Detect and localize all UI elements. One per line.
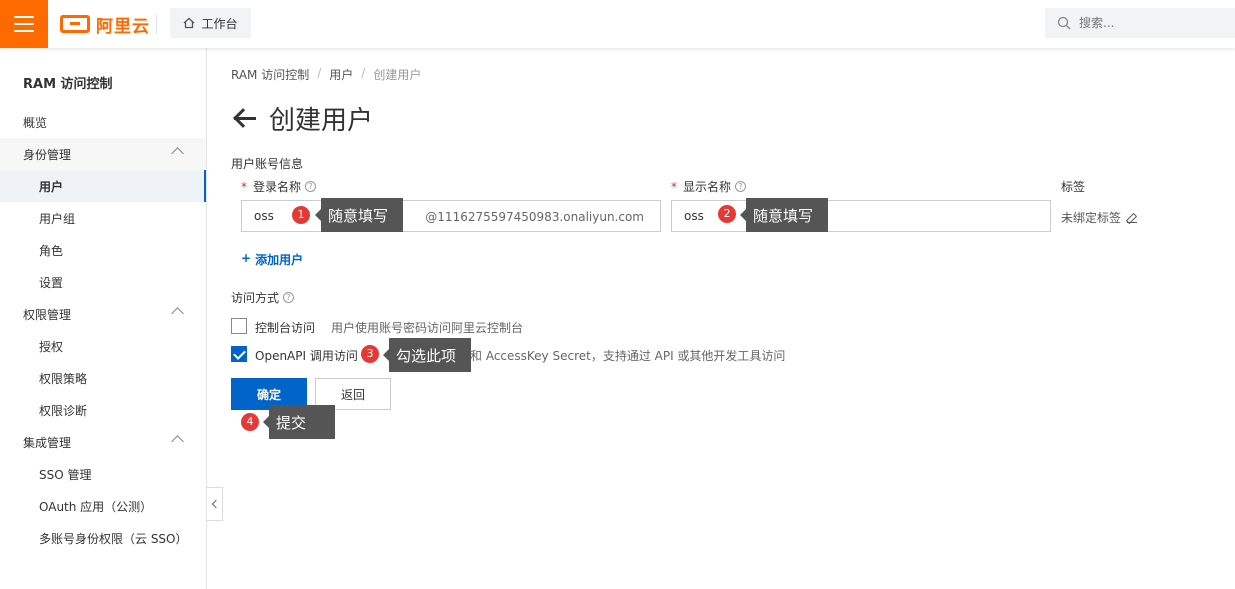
chevron-up-icon bbox=[171, 307, 184, 320]
logo-text: 阿里云 bbox=[96, 16, 150, 37]
annotation-callout-2: 随意填写 bbox=[740, 198, 828, 232]
sidebar-group-permissions[interactable]: 权限管理 bbox=[0, 298, 206, 330]
page-header: 创建用户 bbox=[231, 100, 373, 137]
login-name-label: * 登录名称 ? bbox=[241, 178, 317, 195]
login-name-label-text: 登录名称 bbox=[253, 180, 302, 194]
console-access-label[interactable]: 控制台访问 bbox=[255, 319, 315, 336]
breadcrumb-users[interactable]: 用户 bbox=[329, 66, 353, 83]
add-user-button[interactable]: + 添加用户 bbox=[241, 251, 303, 268]
annotation-callout-1: 随意填写 bbox=[315, 198, 403, 232]
breadcrumb: RAM 访问控制 / 用户 / 创建用户 bbox=[231, 66, 421, 83]
workbench-label: 工作台 bbox=[201, 16, 238, 31]
aliyun-logo-mark-icon bbox=[60, 15, 90, 33]
openapi-access-desc: 和 AccessKey Secret，支持通过 API 或其他开发工具访问 bbox=[470, 349, 786, 363]
hamburger-menu-icon[interactable] bbox=[0, 0, 48, 48]
sidebar-item-label: 概览 bbox=[23, 115, 48, 130]
sidebar-item-diagnostics[interactable]: 权限诊断 bbox=[0, 394, 206, 426]
sidebar-item-grants[interactable]: 授权 bbox=[0, 330, 206, 362]
sidebar-item-label: 多账号身份权限（云 SSO） bbox=[39, 531, 188, 546]
sidebar-item-settings[interactable]: 设置 bbox=[0, 266, 206, 298]
openapi-access-label[interactable]: OpenAPI 调用访问 bbox=[255, 347, 358, 364]
tags-value-text: 未绑定标签 bbox=[1061, 211, 1122, 225]
openapi-access-checkbox[interactable] bbox=[231, 346, 247, 362]
search-icon bbox=[1057, 16, 1071, 30]
chevron-up-icon bbox=[171, 147, 184, 160]
sidebar-item-label: 授权 bbox=[39, 339, 64, 354]
sidebar-item-label: 权限管理 bbox=[23, 307, 72, 322]
back-arrow-icon[interactable] bbox=[231, 106, 257, 132]
annotation-callout-3: 勾选此项 bbox=[383, 338, 471, 372]
home-icon bbox=[184, 17, 195, 29]
chevron-up-icon bbox=[171, 435, 184, 448]
login-name-domain-suffix: @1116275597450983.onaliyun.com bbox=[425, 210, 644, 224]
chevron-left-icon bbox=[211, 499, 221, 509]
sidebar-item-label: 用户 bbox=[39, 179, 64, 194]
access-method-label-text: 访问方式 bbox=[231, 291, 280, 305]
required-mark: * bbox=[671, 179, 677, 194]
annotation-badge-3: 3 bbox=[361, 345, 379, 363]
help-icon[interactable]: ? bbox=[305, 181, 317, 192]
page-title: 创建用户 bbox=[269, 106, 374, 136]
workbench-button[interactable]: 工作台 bbox=[170, 8, 251, 38]
help-icon[interactable]: ? bbox=[283, 292, 295, 303]
sidebar-collapse-button[interactable] bbox=[207, 487, 223, 521]
console-access-desc: 用户使用账号密码访问阿里云控制台 bbox=[331, 321, 524, 335]
sidebar-item-label: 权限策略 bbox=[39, 371, 88, 386]
annotation-badge-1: 1 bbox=[292, 206, 310, 224]
sidebar-group-integration[interactable]: 集成管理 bbox=[0, 426, 206, 458]
sidebar-item-label: 身份管理 bbox=[23, 147, 72, 162]
top-bar: 阿里云 工作台 bbox=[0, 0, 1235, 48]
sidebar-item-label: 用户组 bbox=[39, 211, 76, 226]
required-mark: * bbox=[241, 179, 247, 194]
search-box[interactable] bbox=[1045, 8, 1235, 38]
tags-value[interactable]: 未绑定标签 bbox=[1061, 209, 1138, 226]
display-name-label: * 显示名称 ? bbox=[671, 178, 747, 195]
annotation-badge-4: 4 bbox=[241, 413, 259, 431]
aliyun-logo[interactable]: 阿里云 bbox=[60, 12, 150, 37]
tags-label: 标签 bbox=[1061, 180, 1086, 194]
sidebar-item-user-groups[interactable]: 用户组 bbox=[0, 202, 206, 234]
sidebar-item-policies[interactable]: 权限策略 bbox=[0, 362, 206, 394]
sidebar-item-sso[interactable]: SSO 管理 bbox=[0, 458, 206, 490]
sidebar-item-label: OAuth 应用（公测） bbox=[39, 499, 153, 514]
breadcrumb-separator: / bbox=[361, 66, 366, 80]
sidebar-item-label: 设置 bbox=[39, 275, 64, 290]
sidebar-item-users[interactable]: 用户 bbox=[0, 170, 206, 202]
sidebar-group-identity[interactable]: 身份管理 bbox=[0, 138, 206, 170]
display-name-label-text: 显示名称 bbox=[683, 180, 732, 194]
breadcrumb-separator: / bbox=[317, 66, 322, 80]
sidebar: RAM 访问控制 概览 身份管理 用户 用户组 角色 设置 权限管理 授权 权限… bbox=[0, 48, 207, 589]
section-account-info: 用户账号信息 bbox=[231, 157, 304, 171]
breadcrumb-current: 创建用户 bbox=[373, 68, 422, 82]
help-icon[interactable]: ? bbox=[735, 181, 747, 192]
sidebar-item-oauth[interactable]: OAuth 应用（公测） bbox=[0, 490, 206, 522]
search-input[interactable] bbox=[1079, 16, 1209, 30]
sidebar-item-label: 权限诊断 bbox=[39, 403, 88, 418]
breadcrumb-ram[interactable]: RAM 访问控制 bbox=[231, 66, 309, 83]
plus-icon: + bbox=[241, 251, 252, 265]
annotation-callout-4: 提交 bbox=[263, 405, 335, 439]
sidebar-title: RAM 访问控制 bbox=[23, 77, 113, 92]
sidebar-item-cloud-sso[interactable]: 多账号身份权限（云 SSO） bbox=[0, 522, 206, 554]
sidebar-item-label: 角色 bbox=[39, 243, 64, 258]
console-access-checkbox[interactable] bbox=[231, 318, 247, 334]
access-method-label: 访问方式 ? bbox=[231, 289, 295, 306]
sidebar-item-roles[interactable]: 角色 bbox=[0, 234, 206, 266]
add-user-label: 添加用户 bbox=[255, 253, 304, 267]
annotation-badge-2: 2 bbox=[718, 205, 736, 223]
divider bbox=[156, 14, 157, 34]
sidebar-item-label: SSO 管理 bbox=[39, 467, 92, 482]
sidebar-item-overview[interactable]: 概览 bbox=[0, 106, 206, 138]
sidebar-item-label: 集成管理 bbox=[23, 435, 72, 450]
edit-pencil-icon[interactable] bbox=[1127, 213, 1138, 223]
